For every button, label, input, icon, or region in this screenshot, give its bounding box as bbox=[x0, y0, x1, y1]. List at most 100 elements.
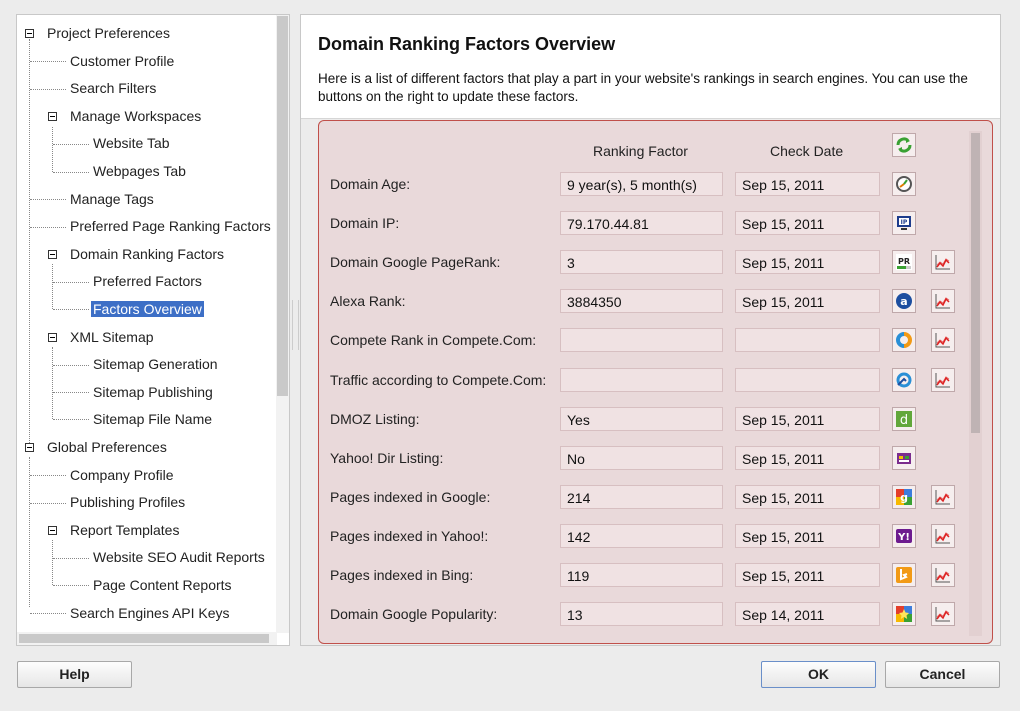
chart-icon bbox=[934, 371, 952, 389]
factor-value-field bbox=[560, 368, 723, 392]
collapse-icon[interactable] bbox=[48, 333, 57, 342]
tree-horizontal-scrollbar[interactable] bbox=[17, 632, 277, 645]
tree-item-sitemap-file-name[interactable]: Sitemap File Name bbox=[91, 408, 214, 430]
factor-value-field: 3884350 bbox=[560, 289, 723, 313]
chart-icon bbox=[934, 253, 952, 271]
tree-item-search-engines-api-keys[interactable]: Search Engines API Keys bbox=[68, 602, 232, 624]
factor-value-field bbox=[560, 328, 723, 352]
tree-item-preferred-page-ranking-factors[interactable]: Preferred Page Ranking Factors bbox=[68, 215, 273, 237]
check-date-field: Sep 15, 2011 bbox=[735, 485, 880, 509]
chart-icon bbox=[934, 488, 952, 506]
panel-splitter[interactable] bbox=[292, 300, 299, 350]
factor-value-field: No bbox=[560, 446, 723, 470]
check-date-field: Sep 15, 2011 bbox=[735, 524, 880, 548]
collapse-icon[interactable] bbox=[25, 443, 34, 452]
update-google-popularity-button[interactable] bbox=[892, 602, 916, 626]
content-panel: Domain Ranking Factors Overview Here is … bbox=[300, 14, 1001, 646]
factor-label: DMOZ Listing: bbox=[330, 411, 420, 427]
factor-label: Traffic according to Compete.Com: bbox=[330, 372, 547, 388]
history-graph-button[interactable] bbox=[931, 368, 955, 392]
refresh-all-button[interactable] bbox=[892, 133, 916, 157]
column-header-ranking-factor: Ranking Factor bbox=[593, 143, 688, 159]
tree-item-company-profile[interactable]: Company Profile bbox=[68, 464, 176, 486]
update-yahoo-dir-button[interactable] bbox=[892, 446, 916, 470]
factor-value-field: Yes bbox=[560, 407, 723, 431]
tree-item-sitemap-generation[interactable]: Sitemap Generation bbox=[91, 353, 220, 375]
collapse-icon[interactable] bbox=[48, 112, 57, 121]
check-date-field bbox=[735, 368, 880, 392]
yahoo-dir-icon bbox=[895, 449, 913, 467]
factors-scroll-thumb[interactable] bbox=[971, 133, 980, 433]
update-compete-button[interactable] bbox=[892, 328, 916, 352]
factor-label: Pages indexed in Bing: bbox=[330, 567, 474, 583]
factors-table: Ranking Factor Check Date Domain Age: 9 y… bbox=[318, 120, 993, 644]
page-title: Domain Ranking Factors Overview bbox=[318, 34, 616, 54]
ok-button[interactable]: OK bbox=[761, 661, 876, 688]
tree-item-manage-tags[interactable]: Manage Tags bbox=[68, 188, 156, 210]
tree-item-domain-ranking-factors[interactable]: Domain Ranking Factors bbox=[68, 243, 226, 265]
history-graph-button[interactable] bbox=[931, 250, 955, 274]
factor-value-field: 9 year(s), 5 month(s) bbox=[560, 172, 723, 196]
check-date-field: Sep 15, 2011 bbox=[735, 563, 880, 587]
factor-value-field: 214 bbox=[560, 485, 723, 509]
update-yahoo-button[interactable]: Y! bbox=[892, 524, 916, 548]
tree-item-preferred-factors[interactable]: Preferred Factors bbox=[91, 270, 204, 292]
google-popularity-icon bbox=[895, 605, 913, 623]
collapse-icon[interactable] bbox=[48, 250, 57, 259]
update-domain-age-button[interactable] bbox=[892, 172, 916, 196]
collapse-icon[interactable] bbox=[48, 526, 57, 535]
factor-value-field: 142 bbox=[560, 524, 723, 548]
preferences-tree: Project Preferences Customer Profile Sea… bbox=[16, 14, 290, 646]
factor-value-field: 3 bbox=[560, 250, 723, 274]
tree-item-factors-overview[interactable]: Factors Overview bbox=[91, 298, 204, 320]
help-button[interactable]: Help bbox=[17, 661, 132, 688]
factor-value-field: 79.170.44.81 bbox=[560, 211, 723, 235]
cancel-button[interactable]: Cancel bbox=[885, 661, 1000, 688]
check-date-field: Sep 15, 2011 bbox=[735, 446, 880, 470]
factor-label: Domain Age: bbox=[330, 176, 411, 192]
collapse-icon[interactable] bbox=[25, 29, 34, 38]
update-dmoz-button[interactable]: d bbox=[892, 407, 916, 431]
update-bing-button[interactable] bbox=[892, 563, 916, 587]
factor-value-field: 13 bbox=[560, 602, 723, 626]
tree-scroll-thumb[interactable] bbox=[277, 16, 288, 396]
history-graph-button[interactable] bbox=[931, 328, 955, 352]
check-date-field: Sep 15, 2011 bbox=[735, 407, 880, 431]
update-alexa-button[interactable]: a bbox=[892, 289, 916, 313]
update-google-button[interactable]: g bbox=[892, 485, 916, 509]
yahoo-icon: Y! bbox=[895, 527, 913, 545]
google-icon: g bbox=[895, 488, 913, 506]
svg-text:g: g bbox=[900, 491, 908, 504]
tree-item-website-seo-audit-reports[interactable]: Website SEO Audit Reports bbox=[91, 546, 267, 568]
tree-item-sitemap-publishing[interactable]: Sitemap Publishing bbox=[91, 381, 215, 403]
tree-item-website-tab[interactable]: Website Tab bbox=[91, 132, 172, 154]
factor-label: Pages indexed in Yahoo!: bbox=[330, 528, 489, 544]
ip-icon: IP bbox=[895, 214, 913, 232]
history-graph-button[interactable] bbox=[931, 289, 955, 313]
history-graph-button[interactable] bbox=[931, 524, 955, 548]
update-pagerank-button[interactable]: PR bbox=[892, 250, 916, 274]
tree-vertical-scrollbar[interactable] bbox=[276, 15, 289, 633]
refresh-icon bbox=[896, 137, 912, 153]
tree-item-customer-profile[interactable]: Customer Profile bbox=[68, 50, 176, 72]
tree-item-project-preferences[interactable]: Project Preferences bbox=[45, 22, 172, 44]
check-date-field bbox=[735, 328, 880, 352]
tree-item-global-preferences[interactable]: Global Preferences bbox=[45, 436, 169, 458]
history-graph-button[interactable] bbox=[931, 485, 955, 509]
traffic-icon bbox=[895, 371, 913, 389]
update-ip-button[interactable]: IP bbox=[892, 211, 916, 235]
bing-icon bbox=[895, 566, 913, 584]
factor-value-field: 119 bbox=[560, 563, 723, 587]
tree-item-xml-sitemap[interactable]: XML Sitemap bbox=[68, 326, 156, 348]
tree-item-manage-workspaces[interactable]: Manage Workspaces bbox=[68, 105, 203, 127]
update-traffic-button[interactable] bbox=[892, 368, 916, 392]
tree-item-report-templates[interactable]: Report Templates bbox=[68, 519, 181, 541]
tree-item-webpages-tab[interactable]: Webpages Tab bbox=[91, 160, 188, 182]
check-date-field: Sep 15, 2011 bbox=[735, 289, 880, 313]
tree-hscroll-thumb[interactable] bbox=[19, 634, 269, 643]
history-graph-button[interactable] bbox=[931, 563, 955, 587]
tree-item-search-filters[interactable]: Search Filters bbox=[68, 77, 158, 99]
history-graph-button[interactable] bbox=[931, 602, 955, 626]
tree-item-page-content-reports[interactable]: Page Content Reports bbox=[91, 574, 234, 596]
tree-item-publishing-profiles[interactable]: Publishing Profiles bbox=[68, 491, 187, 513]
